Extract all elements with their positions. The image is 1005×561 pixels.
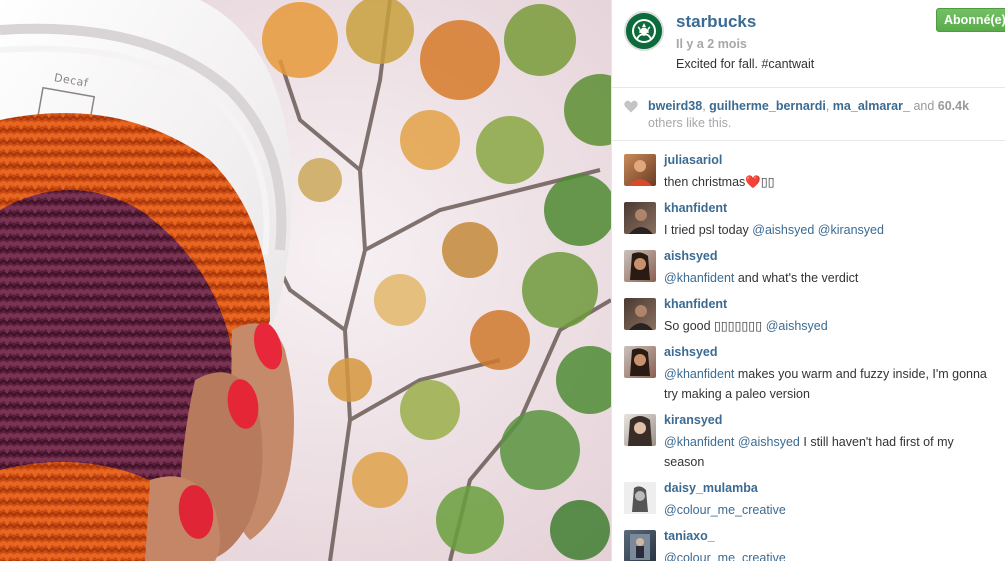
likes-and: and	[913, 99, 935, 113]
comment-username[interactable]: kiransyed	[664, 413, 722, 427]
comment-item: kiransyed @khanfident @aishsyed I still …	[612, 402, 1005, 470]
photo-artwork	[0, 0, 611, 561]
comment-username[interactable]: daisy_mulamba	[664, 481, 758, 495]
starbucks-logo-icon[interactable]	[624, 11, 664, 51]
likes-others-text: others like this.	[648, 116, 732, 130]
mention-link[interactable]: @khanfident	[664, 367, 734, 381]
mention-link[interactable]: @kiransyed	[818, 223, 884, 237]
avatar[interactable]	[624, 202, 656, 234]
comment-body: So good ▯▯▯▯▯▯▯	[664, 319, 763, 333]
post-caption: Excited for fall. #cantwait	[676, 57, 815, 71]
avatar[interactable]	[624, 530, 656, 561]
liker-link[interactable]: ma_almarar_	[833, 99, 910, 113]
comment-username[interactable]: khanfident	[664, 297, 727, 311]
likes-count[interactable]: 60.4k	[938, 99, 969, 113]
comment-username[interactable]: khanfident	[664, 201, 727, 215]
comment-item: khanfident I tried psl today @aishsyed @…	[612, 190, 1005, 238]
siren-icon	[626, 13, 662, 49]
heart-icon[interactable]	[624, 100, 638, 113]
comment-item: daisy_mulamba @colour_me_creative	[612, 470, 1005, 517]
comment-text: @khanfident @aishsyed I still haven't ha…	[664, 432, 994, 472]
post-username[interactable]: starbucks	[676, 12, 756, 32]
comment-item: khanfident So good ▯▯▯▯▯▯▯ @aishsyed	[612, 286, 1005, 334]
comment-username[interactable]: aishsyed	[664, 345, 718, 359]
comment-text: then christmas❤️▯▯	[664, 175, 775, 189]
liker-link[interactable]: bweird38	[648, 99, 702, 113]
comment-item: aishsyed @khanfident makes you warm and …	[612, 334, 1005, 402]
post-timestamp[interactable]: Il y a 2 mois	[676, 37, 747, 51]
mention-link[interactable]: @aishsyed	[738, 435, 800, 449]
comment-item: aishsyed @khanfident and what's the verd…	[612, 238, 1005, 286]
mention-link[interactable]: @colour_me_creative	[664, 551, 786, 561]
comment-text: I tried psl today @aishsyed @kiransyed	[664, 220, 994, 240]
comment-item: juliasariol then christmas❤️▯▯	[612, 142, 1005, 190]
comment-username[interactable]: juliasariol	[664, 153, 722, 167]
mention-link[interactable]: @aishsyed	[766, 319, 828, 333]
post-details-panel: starbucks Il y a 2 mois Excited for fall…	[611, 0, 1005, 561]
comment-item: taniaxo_ @colour_me_creative	[612, 518, 1005, 561]
liker-link[interactable]: guilherme_bernardi	[709, 99, 826, 113]
avatar[interactable]	[624, 298, 656, 330]
follow-button[interactable]: Abonné(e)	[936, 8, 1005, 32]
post-photo[interactable]: Decaf	[0, 0, 611, 561]
comment-text: @khanfident and what's the verdict	[664, 268, 994, 288]
comment-body: and what's the verdict	[737, 271, 859, 285]
avatar[interactable]	[624, 482, 656, 514]
avatar[interactable]	[624, 250, 656, 282]
comment-text: @colour_me_creative	[664, 548, 994, 561]
avatar[interactable]	[624, 346, 656, 378]
comment-username[interactable]: aishsyed	[664, 249, 718, 263]
likes-summary: bweird38, guilherme_bernardi, ma_almarar…	[648, 99, 970, 113]
comment-text: @khanfident makes you warm and fuzzy ins…	[664, 364, 994, 404]
avatar[interactable]	[624, 414, 656, 446]
comment-username[interactable]: taniaxo_	[664, 529, 715, 543]
mention-link[interactable]: @aishsyed	[752, 223, 814, 237]
mention-link[interactable]: @khanfident	[664, 435, 734, 449]
avatar[interactable]	[624, 154, 656, 186]
mention-link[interactable]: @khanfident	[664, 271, 734, 285]
comment-body: I tried psl today	[664, 223, 749, 237]
mention-link[interactable]: @colour_me_creative	[664, 503, 786, 517]
post-header: starbucks Il y a 2 mois Excited for fall…	[612, 0, 1005, 88]
comment-text: @colour_me_creative	[664, 500, 994, 520]
comments-list: juliasariol then christmas❤️▯▯ khanfiden…	[612, 142, 1005, 561]
likes-section: bweird38, guilherme_bernardi, ma_almarar…	[612, 89, 1005, 141]
comment-text: So good ▯▯▯▯▯▯▯ @aishsyed	[664, 316, 994, 336]
